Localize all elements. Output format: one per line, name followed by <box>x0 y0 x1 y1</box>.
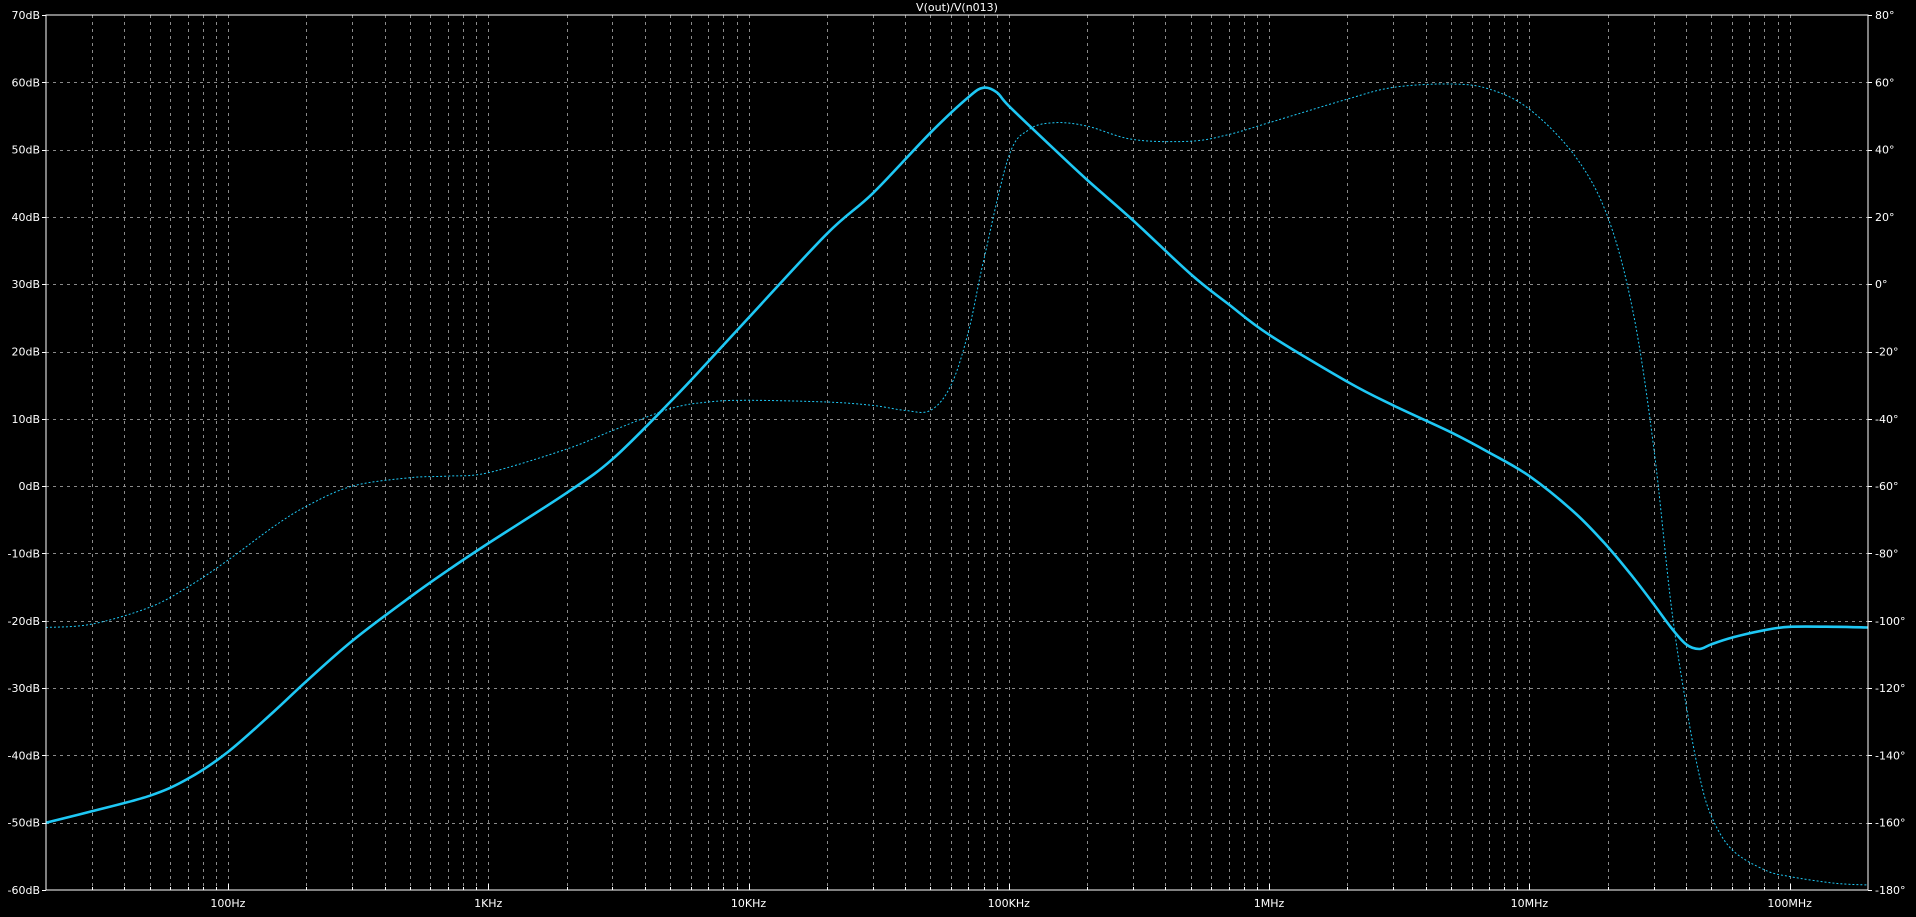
bode-plot: V(out)/V(n013) 100Hz 1KHz 10KHz 100KHz 1MHz 1… <box>0 0 1916 917</box>
x-tick-label: 100MHz <box>1767 897 1812 910</box>
plot-background <box>0 0 1916 917</box>
x-tick-label: 10KHz <box>731 897 766 910</box>
y-right-tick-label: -80° <box>1875 547 1898 560</box>
y-left-tick-label: 40dB <box>11 211 40 224</box>
y-left-tick-label: 30dB <box>11 278 40 291</box>
y-left-tick-label: -20dB <box>8 615 41 628</box>
y-left-tick-label: 50dB <box>11 144 40 157</box>
y-right-tick-label: 40° <box>1875 144 1895 157</box>
y-right-tick-label: 80° <box>1875 9 1895 22</box>
x-tick-label: 1MHz <box>1254 897 1285 910</box>
chart-title: V(out)/V(n013) <box>916 1 998 14</box>
y-left-tick-label: -10dB <box>8 547 41 560</box>
y-right-tick-label: -100° <box>1875 615 1905 628</box>
y-right-tick-label: -160° <box>1875 817 1905 830</box>
x-tick-label: 100KHz <box>988 897 1030 910</box>
y-right-tick-label: -60° <box>1875 480 1898 493</box>
x-tick-label: 100Hz <box>210 897 245 910</box>
x-tick-label: 1KHz <box>474 897 502 910</box>
y-right-tick-label: 20° <box>1875 211 1895 224</box>
y-right-tick-label: -140° <box>1875 749 1905 762</box>
y-left-tick-label: 70dB <box>11 9 40 22</box>
y-right-tick-label: -180° <box>1875 884 1905 897</box>
y-left-tick-label: 60dB <box>11 76 40 89</box>
y-left-tick-label: -30dB <box>8 682 41 695</box>
y-right-tick-label: 0° <box>1875 278 1888 291</box>
y-right-tick-label: -40° <box>1875 413 1898 426</box>
y-right-tick-label: -120° <box>1875 682 1905 695</box>
x-tick-label: 10MHz <box>1511 897 1549 910</box>
y-right-tick-label: -20° <box>1875 346 1898 359</box>
y-left-tick-label: 10dB <box>11 413 40 426</box>
y-left-tick-label: -50dB <box>8 817 41 830</box>
y-left-tick-label: -40dB <box>8 749 41 762</box>
y-right-tick-label: 60° <box>1875 76 1895 89</box>
y-left-tick-label: -60dB <box>8 884 41 897</box>
y-left-tick-label: 20dB <box>11 346 40 359</box>
y-left-tick-label: 0dB <box>18 480 40 493</box>
